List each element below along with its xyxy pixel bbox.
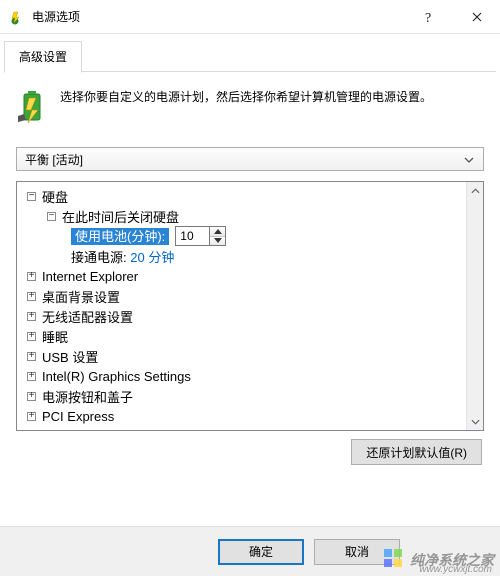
power-plan-select[interactable]: 平衡 [活动] [16, 147, 484, 171]
window-title: 电源选项 [32, 8, 80, 25]
close-button[interactable] [454, 0, 500, 34]
tree-label: Internet Explorer [42, 269, 138, 284]
expand-icon[interactable] [27, 352, 36, 361]
tree-label: 桌面背景设置 [42, 287, 120, 306]
cancel-button[interactable]: 取消 [314, 539, 400, 565]
tree-item-turn-off-disk-after[interactable]: 在此时间后关闭硬盘 [23, 206, 477, 226]
tree-label: Intel(R) Graphics Settings [42, 369, 191, 384]
tab-content: 选择你要自定义的电源计划，然后选择你希望计算机管理的电源设置。 平衡 [活动] … [0, 72, 500, 465]
expand-icon[interactable] [27, 412, 36, 421]
restore-defaults-button[interactable]: 还原计划默认值(R) [351, 439, 482, 465]
expand-icon[interactable] [27, 392, 36, 401]
plugged-in-value[interactable]: 20 分钟 [130, 247, 174, 266]
dialog-button-bar: 确定 取消 [0, 526, 500, 576]
power-plan-value: 平衡 [活动] [25, 151, 459, 168]
expand-icon[interactable] [27, 332, 36, 341]
tree-label: 硬盘 [42, 187, 68, 206]
tree-item[interactable]: USB 设置 [23, 346, 477, 366]
tree-item-hard-disk[interactable]: 硬盘 [23, 186, 477, 206]
tab-bar: 高级设置 [0, 34, 500, 72]
minutes-spinner[interactable] [175, 226, 226, 246]
tree-item[interactable]: 无线适配器设置 [23, 306, 477, 326]
tab-advanced-settings[interactable]: 高级设置 [4, 41, 82, 73]
expand-icon[interactable] [27, 292, 36, 301]
plugged-in-label: 接通电源: [71, 247, 127, 266]
help-button[interactable]: ? [408, 0, 454, 34]
ok-button[interactable]: 确定 [218, 539, 304, 565]
scroll-down-button[interactable] [467, 413, 483, 430]
chevron-down-icon [459, 152, 479, 166]
battery-icon [16, 90, 50, 127]
spinner-up-button[interactable] [210, 227, 225, 237]
scrollbar[interactable] [466, 182, 483, 430]
minutes-input[interactable] [175, 226, 209, 246]
intro-text: 选择你要自定义的电源计划，然后选择你希望计算机管理的电源设置。 [60, 88, 436, 127]
tree-item[interactable]: 电源按钮和盖子 [23, 386, 477, 406]
tree-item[interactable]: 桌面背景设置 [23, 286, 477, 306]
tree-item[interactable]: 睡眠 [23, 326, 477, 346]
tree-item[interactable]: Internet Explorer [23, 266, 477, 286]
expand-icon[interactable] [27, 312, 36, 321]
power-options-icon [8, 9, 24, 25]
tree-item[interactable]: Intel(R) Graphics Settings [23, 366, 477, 386]
title-bar: 电源选项 ? [0, 0, 500, 34]
on-battery-label: 使用电池(分钟): [71, 228, 169, 245]
tree-label: 睡眠 [42, 327, 68, 346]
tree-label: 电源按钮和盖子 [42, 387, 133, 406]
tree-label: 在此时间后关闭硬盘 [62, 207, 179, 226]
expand-icon[interactable] [27, 372, 36, 381]
tree-label: PCI Express [42, 409, 114, 424]
tree-label: 无线适配器设置 [42, 307, 133, 326]
expand-icon[interactable] [27, 272, 36, 281]
svg-text:?: ? [425, 11, 431, 24]
spinner-down-button[interactable] [210, 237, 225, 246]
tree-label: USB 设置 [42, 347, 98, 366]
collapse-icon[interactable] [27, 192, 36, 201]
tree-item-plugged-in[interactable]: 接通电源: 20 分钟 [23, 246, 477, 266]
tree-item[interactable]: PCI Express [23, 406, 477, 426]
tree-item-on-battery[interactable]: 使用电池(分钟): [23, 226, 477, 246]
settings-tree[interactable]: 硬盘 在此时间后关闭硬盘 使用电池(分钟): 接通电源: 20 分钟 Inter… [16, 181, 484, 431]
collapse-icon[interactable] [47, 212, 56, 221]
scroll-up-button[interactable] [467, 182, 483, 199]
